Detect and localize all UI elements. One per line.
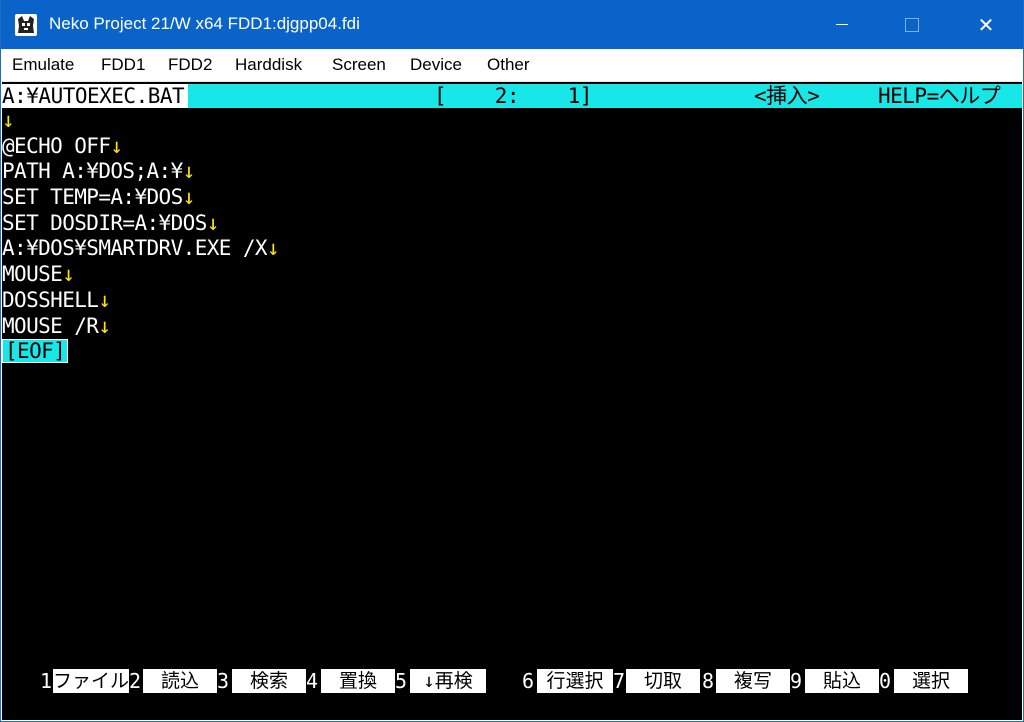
text-line: DOSSHELL↓ [2,287,111,312]
fkey-number: 0 [879,669,892,693]
eof-marker: [EOF] [2,339,69,364]
fkey-number: 4 [306,669,319,693]
emulator-screen[interactable]: A:¥AUTOEXEC.BAT [ 2: 1] <挿入> HELP=ヘルプ ↓ … [2,82,1022,720]
return-mark-icon: ↓ [206,210,220,235]
return-mark-icon: ↓ [110,133,123,158]
text-line: MOUSE↓ [2,262,75,287]
fkey-label: 切取 [626,669,700,693]
return-mark-icon: ↓ [98,313,111,338]
text-line: @ECHO OFF↓ [2,133,123,158]
menu-bar: Emulate FDD1 FDD2 Harddisk Screen Device… [1,49,1023,82]
fkey-label: 選択 [894,669,968,693]
return-mark-icon: ↓ [2,108,15,132]
fkey-number: 2 [129,669,142,693]
fkey-label: 読込 [143,669,217,693]
menu-other[interactable]: Other [487,55,530,75]
editor-status-bar: A:¥AUTOEXEC.BAT [ 2: 1] <挿入> HELP=ヘルプ [2,84,1022,108]
maximize-button[interactable] [889,0,935,49]
fkey-number: 5 [395,669,408,693]
fkey-label: 検索 [232,669,306,693]
text-line: ↓ [2,108,1022,134]
fkey-label: ファイル [53,669,129,693]
fkey-number: 7 [613,669,626,693]
return-mark-icon: ↓ [182,185,196,210]
menu-emulate[interactable]: Emulate [12,55,74,75]
text-line: SET DOSDIR=A:¥DOS↓ [2,210,220,235]
menu-device[interactable]: Device [410,55,462,75]
maximize-icon [905,17,919,32]
menu-harddisk[interactable]: Harddisk [235,55,302,75]
status-cursor-position: [ 2: 1] [434,84,592,108]
title-bar[interactable]: Neko Project 21/W x64 FDD1:djgpp04.fdi ✕ [1,0,1023,49]
neko-cat-icon[interactable] [15,14,37,36]
return-mark-icon: ↓ [266,236,280,261]
minimize-button[interactable] [819,0,865,49]
menu-fdd1[interactable]: FDD1 [101,55,145,75]
return-mark-icon: ↓ [62,262,75,287]
fkey-number: 9 [790,669,803,693]
menu-screen[interactable]: Screen [332,55,386,75]
status-filename: A:¥AUTOEXEC.BAT [2,84,189,108]
minimize-icon [836,24,848,25]
return-mark-icon: ↓ [98,287,111,312]
menu-fdd2[interactable]: FDD2 [168,55,212,75]
fkey-number: 8 [702,669,715,693]
fkey-label: ↓再検 [410,669,486,693]
status-help-hint: HELP=ヘルプ [878,84,1001,108]
fkey-number: 3 [217,669,230,693]
fkey-number: 6 [522,669,535,693]
editor-text-area[interactable]: ↓ @ECHO OFF↓ PATH A:¥DOS;A:¥↓ SET TEMP=A… [2,108,1022,365]
window-title: Neko Project 21/W x64 FDD1:djgpp04.fdi [49,14,360,33]
close-button[interactable]: ✕ [963,0,1009,49]
close-icon: ✕ [977,12,995,37]
text-line: SET TEMP=A:¥DOS↓ [2,185,196,210]
text-line: A:¥DOS¥SMARTDRV.EXE /X↓ [2,236,280,261]
text-line: [EOF] [2,339,1022,365]
fkey-number: 1 [40,669,53,693]
text-line: PATH A:¥DOS;A:¥↓ [2,159,196,184]
app-window: Neko Project 21/W x64 FDD1:djgpp04.fdi ✕… [1,0,1023,721]
text-line: MOUSE /R↓ [2,313,111,338]
fkey-label: 複写 [716,669,790,693]
fkey-label: 貼込 [805,669,879,693]
function-key-bar: 1 ファイル 2 読込 3 検索 4 置換 5 ↓再検 6 行選択 7 切取 8… [2,668,1022,694]
fkey-label: 行選択 [537,669,613,693]
return-mark-icon: ↓ [182,159,196,184]
status-insert-mode: <挿入> [754,84,820,108]
fkey-label: 置換 [321,669,395,693]
